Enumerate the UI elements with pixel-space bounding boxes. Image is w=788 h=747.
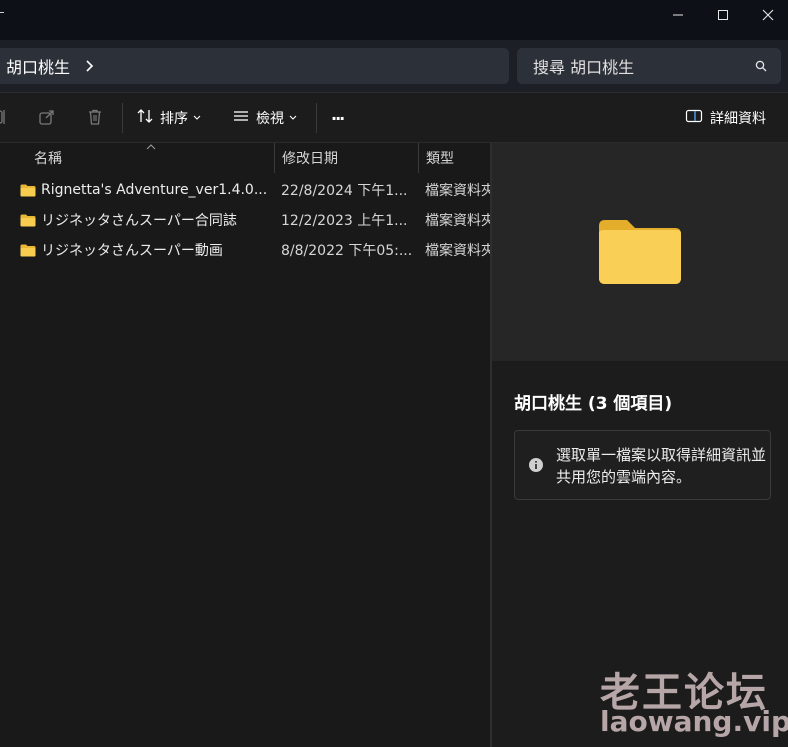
chevron-down-icon — [289, 115, 297, 121]
address-bar[interactable]: 胡口桃生 — [0, 48, 509, 84]
details-pane-icon — [685, 109, 703, 127]
close-icon — [762, 9, 774, 21]
view-button[interactable]: 檢視 — [232, 93, 297, 143]
command-bar: 排序 檢視 ··· 詳細資料 — [0, 93, 788, 143]
rename-icon[interactable] — [0, 108, 8, 126]
file-row[interactable]: リジネッタさんスーパー合同誌 12/2/2023 上午1... 檔案資料夾 — [0, 205, 490, 235]
toolbar-separator — [122, 103, 123, 133]
folder-icon — [599, 220, 681, 284]
minimize-button[interactable] — [655, 0, 701, 30]
info-icon — [529, 458, 543, 472]
chevron-right-icon[interactable] — [84, 59, 94, 73]
details-title: 胡口桃生 (3 個項目) — [514, 394, 673, 414]
file-date: 22/8/2024 下午1... — [281, 183, 408, 199]
sort-icon — [136, 107, 154, 129]
sort-button[interactable]: 排序 — [136, 93, 201, 143]
close-button[interactable] — [745, 0, 788, 30]
share-icon[interactable] — [38, 108, 56, 126]
details-label: 詳細資料 — [710, 111, 766, 127]
sort-label: 排序 — [160, 111, 188, 127]
file-name: リジネッタさんスーパー動画 — [41, 243, 223, 259]
breadcrumb-current[interactable]: 胡口桃生 — [6, 54, 70, 78]
search-text: 搜尋 胡口桃生 — [533, 58, 635, 77]
folder-icon — [20, 244, 36, 257]
column-type-label: 類型 — [426, 151, 454, 167]
details-pane-button[interactable]: 詳細資料 — [685, 93, 766, 143]
address-row: 胡口桃生 搜尋 胡口桃生 — [0, 40, 788, 93]
trash-icon[interactable] — [86, 108, 104, 126]
window-edge-mark — [0, 12, 4, 13]
file-row[interactable]: Rignetta's Adventure_ver1.4.0... 22/8/20… — [0, 175, 490, 205]
search-input[interactable]: 搜尋 胡口桃生 — [517, 48, 781, 84]
column-name-label: 名稱 — [34, 151, 62, 167]
file-list: 名稱 修改日期 類型 Rignetta's Adventure_ver1.4.0… — [0, 143, 490, 747]
file-row[interactable]: リジネッタさんスーパー動画 8/8/2022 下午05:... 檔案資料夾 — [0, 235, 490, 265]
file-date: 12/2/2023 上午1... — [281, 213, 408, 229]
info-text: 選取單一檔案以取得詳細資訊並共用您的雲端內容。 — [556, 446, 767, 486]
more-label: ··· — [331, 108, 345, 128]
column-header-type[interactable]: 類型 — [426, 143, 490, 173]
search-icon[interactable] — [755, 60, 767, 72]
view-list-icon — [232, 109, 250, 127]
column-date-label: 修改日期 — [282, 151, 338, 167]
file-date: 8/8/2022 下午05:... — [281, 243, 413, 259]
toolbar-separator — [316, 103, 317, 133]
file-type: 檔案資料夾 — [425, 183, 490, 199]
folder-icon — [20, 214, 36, 227]
column-separator[interactable] — [274, 143, 275, 173]
more-options-button[interactable]: ··· — [331, 93, 345, 143]
file-type: 檔案資料夾 — [425, 213, 490, 229]
file-name: リジネッタさんスーパー合同誌 — [41, 213, 237, 229]
column-separator[interactable] — [418, 143, 419, 173]
minimize-icon — [673, 14, 683, 16]
preview-area — [492, 143, 788, 361]
folder-icon — [20, 184, 36, 197]
watermark-url: laowang.vip — [600, 705, 788, 738]
details-pane: 胡口桃生 (3 個項目) 選取單一檔案以取得詳細資訊並共用您的雲端內容。 — [492, 143, 788, 747]
maximize-button[interactable] — [700, 0, 746, 30]
column-header-name[interactable]: 名稱 — [34, 143, 274, 173]
view-label: 檢視 — [256, 111, 284, 127]
file-type: 檔案資料夾 — [425, 243, 490, 259]
maximize-icon — [718, 10, 728, 20]
chevron-down-icon — [193, 115, 201, 121]
title-bar — [0, 0, 788, 40]
info-box: 選取單一檔案以取得詳細資訊並共用您的雲端內容。 — [514, 430, 771, 500]
file-name: Rignetta's Adventure_ver1.4.0... — [41, 182, 268, 198]
column-header-date[interactable]: 修改日期 — [282, 143, 418, 173]
